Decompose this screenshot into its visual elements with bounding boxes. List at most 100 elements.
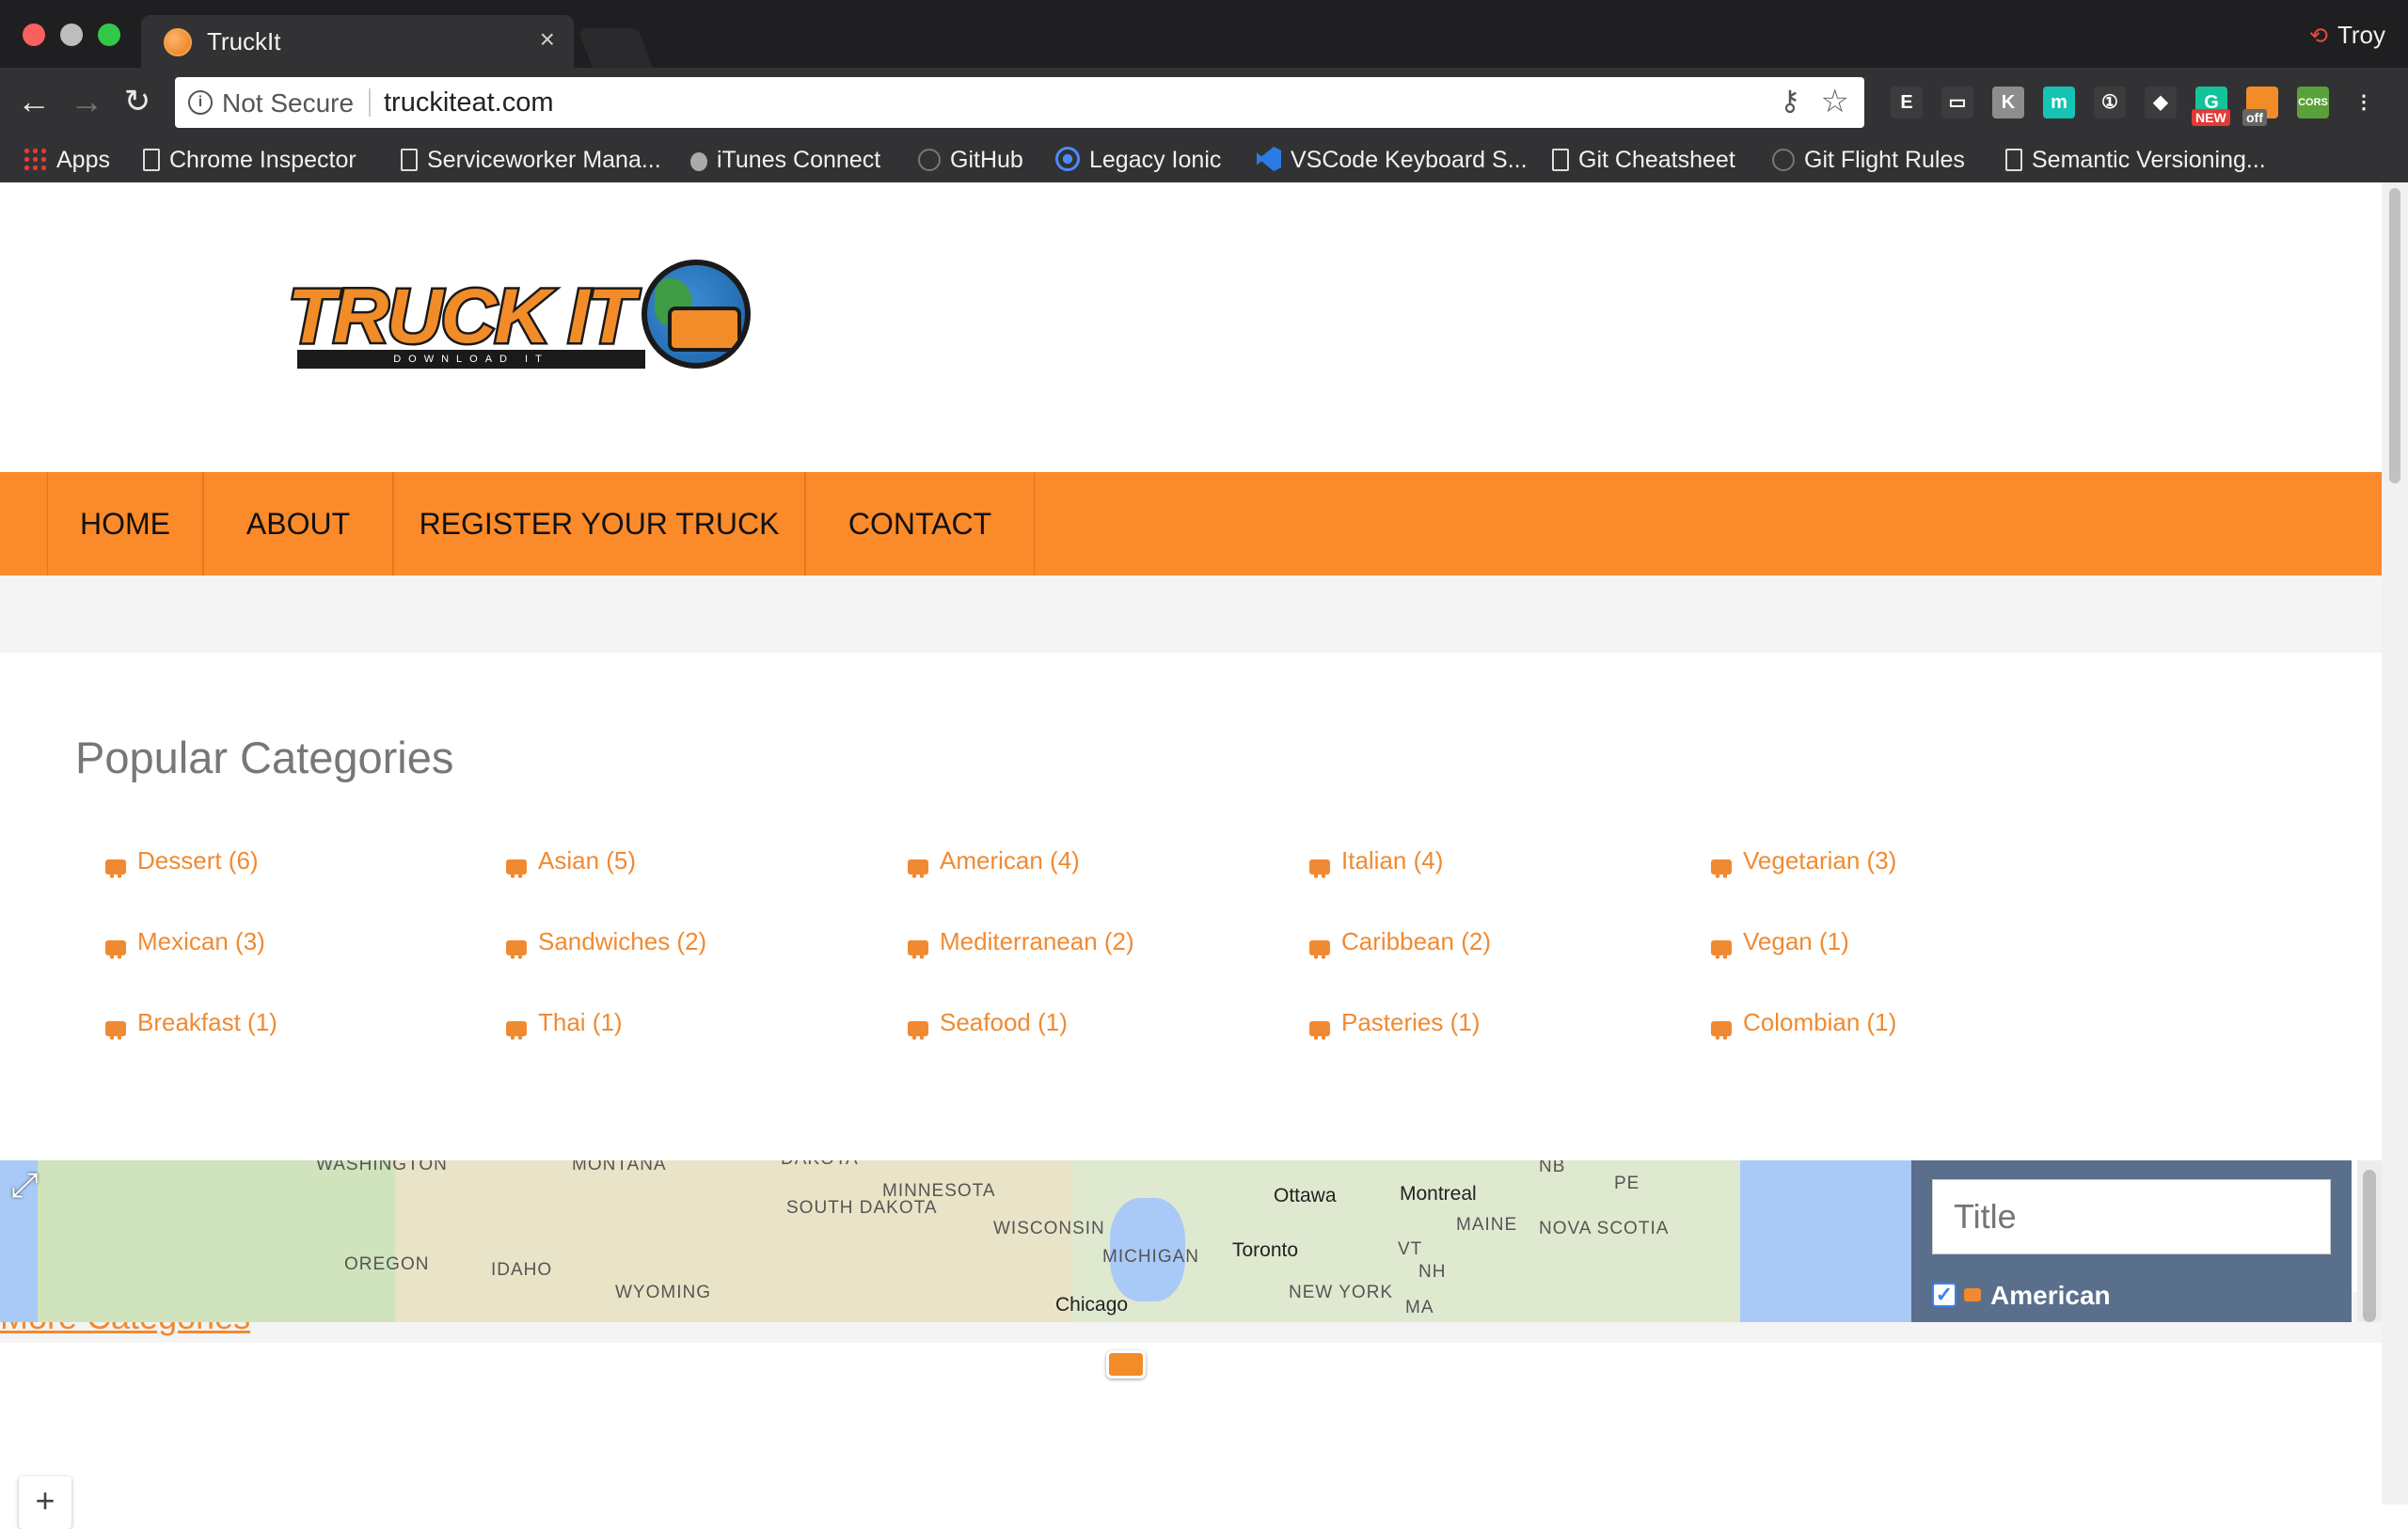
truckit-logo[interactable]: TRUCK IT DOWNLOAD IT xyxy=(284,260,754,382)
category-link[interactable]: Thai (1) xyxy=(506,1008,623,1040)
close-window-button[interactable] xyxy=(23,24,45,46)
back-icon[interactable]: ← xyxy=(13,81,55,122)
truck-marker-icon[interactable] xyxy=(1106,1350,1146,1379)
bookmark-legacy-ionic[interactable]: Legacy Ionic xyxy=(1055,143,1221,177)
browser-tab[interactable]: TruckIt × xyxy=(141,15,574,68)
bookmark-chrome-inspector[interactable]: Chrome Inspector xyxy=(143,143,356,177)
truck-map[interactable]: WASHINGTONMONTANADAKOTAMINNESOTAOttawaMo… xyxy=(0,1160,1911,1322)
nav-home[interactable]: HOME xyxy=(47,472,203,575)
map-label: NEW YORK xyxy=(1289,1283,1394,1302)
github-icon xyxy=(918,149,941,171)
browser-toolbar: ← → ↻ i Not Secure truckiteat.com ⚷ ☆ E ▭… xyxy=(0,68,2408,139)
map-label: IDAHO xyxy=(491,1260,553,1280)
category-link[interactable]: Sandwiches (2) xyxy=(506,927,706,959)
food-truck-icon xyxy=(105,1021,126,1040)
category-link[interactable]: Mediterranean (2) xyxy=(908,927,1134,959)
browser-titlebar: TruckIt × ⟲ Troy xyxy=(0,0,2408,68)
map-label: PE xyxy=(1614,1174,1640,1193)
address-bar[interactable]: i Not Secure truckiteat.com ⚷ ☆ xyxy=(175,77,1864,128)
category-link[interactable]: Colombian (1) xyxy=(1711,1008,1897,1040)
page-icon xyxy=(1552,149,1569,171)
profile-button[interactable]: ⟲ Troy xyxy=(2309,21,2385,50)
bookmark-apps[interactable]: Apps xyxy=(23,143,110,177)
evernote-icon[interactable]: E xyxy=(1891,87,1923,118)
filter-scroll-thumb[interactable] xyxy=(2363,1170,2376,1322)
fullscreen-icon[interactable]: ⤢ xyxy=(6,1166,43,1204)
map-label: Ottawa xyxy=(1274,1185,1337,1206)
ionic-icon xyxy=(1055,147,1080,171)
map-label: SOUTH DAKOTA xyxy=(786,1198,938,1218)
forward-icon[interactable]: → xyxy=(66,81,107,122)
title-search-input[interactable] xyxy=(1932,1179,2331,1254)
bookmark-itunes-connect[interactable]: iTunes Connect xyxy=(690,143,880,177)
bookmark-git-cheatsheet[interactable]: Git Cheatsheet xyxy=(1552,143,1735,177)
onepassword-icon[interactable]: ① xyxy=(2094,87,2126,118)
category-label: Dessert (6) xyxy=(137,846,259,875)
minimize-window-button[interactable] xyxy=(60,24,83,46)
category-label: Colombian (1) xyxy=(1743,1008,1897,1036)
bookmark-git-flight-rules[interactable]: Git Flight Rules xyxy=(1772,143,1965,177)
checkbox-checked-icon[interactable]: ✓ xyxy=(1932,1283,1956,1307)
map-label: WYOMING xyxy=(615,1283,711,1302)
category-link[interactable]: Pasteries (1) xyxy=(1309,1008,1480,1040)
menu-icon[interactable]: ⋮ xyxy=(2348,87,2380,118)
bookmark-star-icon[interactable]: ☆ xyxy=(1821,83,1849,120)
category-link[interactable]: Vegan (1) xyxy=(1711,927,1849,959)
map-label: MONTANA xyxy=(572,1160,667,1174)
map-label: OREGON xyxy=(344,1254,430,1274)
map-land xyxy=(282,1160,395,1322)
category-link[interactable]: Italian (4) xyxy=(1309,846,1443,878)
adblock-off-icon[interactable]: off xyxy=(2242,87,2278,126)
category-link[interactable]: Breakfast (1) xyxy=(105,1008,277,1040)
cast-icon[interactable]: ▭ xyxy=(1941,87,1973,118)
nav-register-truck[interactable]: REGISTER YOUR TRUCK xyxy=(393,472,805,575)
tab-close-icon[interactable]: × xyxy=(540,24,555,55)
bookmarks-bar: Apps Chrome Inspector Serviceworker Mana… xyxy=(0,139,2408,182)
page-icon xyxy=(143,149,160,171)
grammarly-icon[interactable]: G NEW xyxy=(2192,87,2230,126)
map-label: NH xyxy=(1418,1262,1447,1282)
map-ocean xyxy=(1740,1160,1911,1322)
map-label: WASHINGTON xyxy=(316,1160,448,1174)
m-extension-icon[interactable]: m xyxy=(2043,87,2075,118)
cors-icon[interactable]: CORS xyxy=(2297,87,2329,118)
zoom-in-button[interactable]: + xyxy=(19,1476,71,1529)
map-label: MICHIGAN xyxy=(1102,1247,1199,1267)
category-link[interactable]: Vegetarian (3) xyxy=(1711,846,1896,878)
dropbox-icon[interactable]: ◆ xyxy=(2145,87,2177,118)
info-icon[interactable]: i xyxy=(188,90,213,115)
new-tab-button[interactable] xyxy=(578,28,653,68)
page-scroll-thumb[interactable] xyxy=(2389,188,2400,483)
filter-option-label: American xyxy=(1990,1281,2111,1310)
bookmark-serviceworker[interactable]: Serviceworker Mana... xyxy=(401,143,661,177)
apps-grid-icon xyxy=(23,147,47,171)
category-link[interactable]: Seafood (1) xyxy=(908,1008,1068,1040)
github-icon xyxy=(1772,149,1795,171)
food-truck-icon xyxy=(1711,859,1732,878)
bookmark-github[interactable]: GitHub xyxy=(918,143,1023,177)
nav-about[interactable]: ABOUT xyxy=(203,472,393,575)
reload-icon[interactable]: ↻ xyxy=(117,81,158,122)
address-separator xyxy=(369,88,371,117)
filter-scrollbar[interactable] xyxy=(2357,1160,2382,1322)
food-truck-icon xyxy=(908,940,928,959)
bookmark-semantic-versioning[interactable]: Semantic Versioning... xyxy=(2005,143,2266,177)
category-link[interactable]: American (4) xyxy=(908,846,1080,878)
map-label: VT xyxy=(1398,1239,1423,1259)
category-link[interactable]: Mexican (3) xyxy=(105,927,265,959)
key-icon[interactable]: ⚷ xyxy=(1780,85,1800,118)
category-link[interactable]: Dessert (6) xyxy=(105,846,259,878)
popular-categories-title: Popular Categories xyxy=(75,733,454,782)
map-label: MA xyxy=(1405,1298,1434,1317)
maximize-window-button[interactable] xyxy=(98,24,120,46)
nav-contact[interactable]: CONTACT xyxy=(805,472,1035,575)
category-link[interactable]: Caribbean (2) xyxy=(1309,927,1491,959)
extension-icon[interactable]: K xyxy=(1992,87,2024,118)
security-label[interactable]: Not Secure xyxy=(222,88,354,118)
category-link[interactable]: Asian (5) xyxy=(506,846,636,878)
page-scrollbar[interactable] xyxy=(2382,182,2408,1505)
bookmark-vscode-keyboard[interactable]: VSCode Keyboard S... xyxy=(1257,143,1528,177)
food-truck-icon xyxy=(506,1021,527,1040)
category-label: Mediterranean (2) xyxy=(940,927,1134,955)
url-text[interactable]: truckiteat.com xyxy=(384,87,554,118)
